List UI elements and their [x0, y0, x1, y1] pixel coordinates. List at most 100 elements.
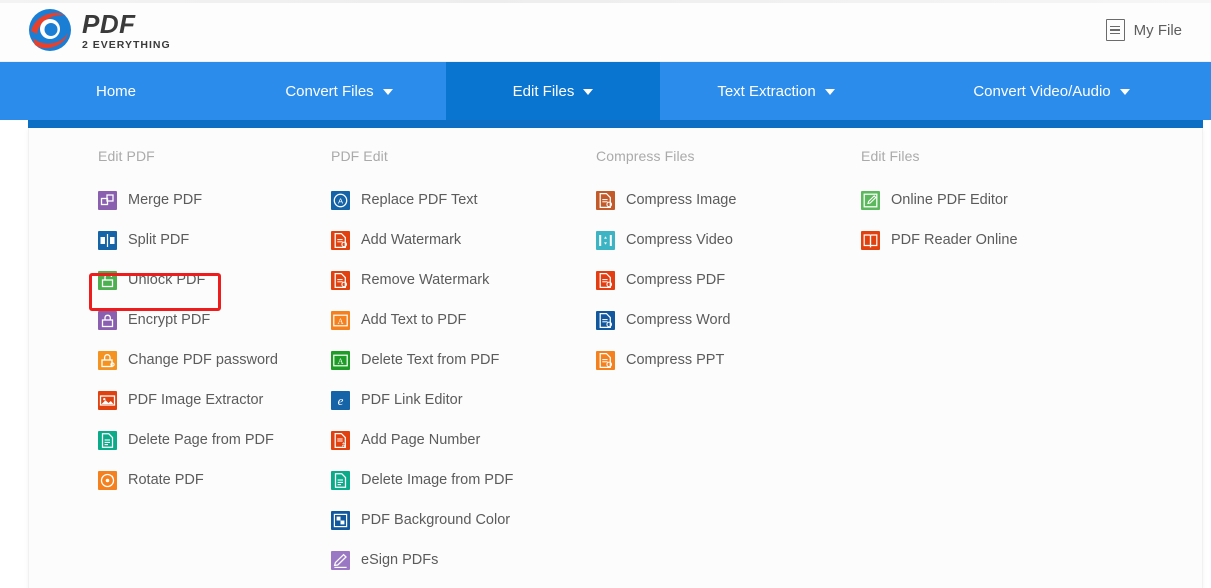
menu-item-add-text-to-pdf[interactable]: A Add Text to PDF: [331, 300, 559, 340]
column-title: Compress Files: [596, 148, 695, 164]
logo-title: PDF: [82, 9, 136, 40]
list-document-icon: [1105, 19, 1125, 41]
menu-item-label: Delete Image from PDF: [361, 472, 514, 488]
svg-text:A: A: [338, 316, 344, 325]
menu-item-add-watermark[interactable]: Add Watermark: [331, 220, 559, 260]
menu-item-label: eSign PDFs: [361, 552, 439, 568]
menu-item-label: Add Text to PDF: [361, 312, 467, 328]
logo-tagline: 2 EVERYTHING: [82, 39, 171, 52]
menu-item-change-pdf-password[interactable]: Change PDF password: [98, 340, 294, 380]
menu-item-compress-pdf[interactable]: Compress PDF: [596, 260, 824, 300]
lock-icon: [98, 310, 117, 330]
menu-item-compress-word[interactable]: Compress Word: [596, 300, 824, 340]
nav-item-convert-video-audio[interactable]: Convert Video/Audio: [892, 62, 1211, 120]
site-logo[interactable]: PDF 2 EVERYTHING: [27, 7, 171, 53]
page-number-icon: #: [331, 430, 350, 450]
menu-item-pdf-background-color[interactable]: PDF Background Color: [331, 500, 559, 540]
main-navigation: Home Convert Files Edit Files Text Extra…: [0, 62, 1211, 120]
dropdown-column-4: Edit Files Online PDF Editor PDF Reader On…: [824, 148, 1089, 580]
text-add-icon: A: [331, 310, 350, 330]
nav-item-edit-files[interactable]: Edit Files: [446, 62, 660, 120]
compress-video-icon: [596, 230, 615, 250]
menu-item-label: Compress Video: [626, 232, 733, 248]
menu-item-esign-pdfs[interactable]: eSign PDFs: [331, 540, 559, 580]
nav-label-convert-video-audio: Convert Video/Audio: [973, 82, 1111, 100]
menu-item-label: PDF Reader Online: [891, 232, 1018, 248]
compress-image-icon: [596, 190, 615, 210]
menu-item-compress-video[interactable]: Compress Video: [596, 220, 824, 260]
compress-word-icon: [596, 310, 615, 330]
compress-pdf-icon: [596, 270, 615, 290]
menu-item-label: Change PDF password: [128, 352, 278, 368]
my-file-label: My File: [1133, 21, 1182, 39]
menu-item-label: Delete Text from PDF: [361, 352, 500, 368]
link-editor-icon: e: [331, 390, 350, 410]
panel-right-gutter: [1203, 128, 1211, 588]
chevron-down-icon: [583, 89, 594, 95]
replace-text-icon: A: [331, 190, 350, 210]
menu-item-label: Add Watermark: [361, 232, 462, 248]
menu-item-label: Add Page Number: [361, 432, 481, 448]
panel-left-gutter: [0, 128, 28, 588]
page-delete-icon: [98, 430, 117, 450]
rotate-icon: [98, 470, 117, 490]
nav-item-text-extraction[interactable]: Text Extraction: [660, 62, 892, 120]
menu-item-replace-pdf-text[interactable]: A Replace PDF Text: [331, 180, 559, 220]
svg-text:A: A: [338, 356, 344, 365]
watermark-add-icon: [331, 230, 350, 250]
menu-item-delete-text-from-pdf[interactable]: A Delete Text from PDF: [331, 340, 559, 380]
signature-icon: [331, 550, 350, 570]
text-delete-icon: A: [331, 350, 350, 370]
menu-item-label: Delete Page from PDF: [128, 432, 274, 448]
my-file-button[interactable]: My File: [1105, 19, 1182, 41]
menu-item-remove-watermark[interactable]: Remove Watermark: [331, 260, 559, 300]
menu-item-delete-image-from-pdf[interactable]: Delete Image from PDF: [331, 460, 559, 500]
menu-item-delete-page-from-pdf[interactable]: Delete Page from PDF: [98, 420, 294, 460]
column-title: Edit Files: [861, 148, 920, 164]
menu-item-label: Compress Word: [626, 312, 731, 328]
menu-item-label: Unlock PDF: [128, 272, 206, 288]
menu-item-split-pdf[interactable]: Split PDF: [98, 220, 294, 260]
menu-item-online-pdf-editor[interactable]: Online PDF Editor: [861, 180, 1089, 220]
column-title: PDF Edit: [331, 148, 388, 164]
dropdown-column-3: Compress Files Compress Image Compress Vid…: [559, 148, 824, 580]
key-lock-icon: [98, 350, 117, 370]
menu-item-label: PDF Background Color: [361, 512, 511, 528]
menu-item-label: PDF Image Extractor: [128, 392, 264, 408]
menu-item-label: Compress Image: [626, 192, 737, 208]
menu-item-compress-ppt[interactable]: Compress PPT: [596, 340, 824, 380]
menu-item-label: Remove Watermark: [361, 272, 490, 288]
menu-item-label: Encrypt PDF: [128, 312, 211, 328]
image-delete-icon: [331, 470, 350, 490]
compress-ppt-icon: [596, 350, 615, 370]
menu-item-compress-image[interactable]: Compress Image: [596, 180, 824, 220]
menu-item-merge-pdf[interactable]: Merge PDF: [98, 180, 294, 220]
menu-item-pdf-image-extractor[interactable]: PDF Image Extractor: [98, 380, 294, 420]
nav-label-text-extraction: Text Extraction: [717, 82, 816, 100]
menu-item-pdf-reader-online[interactable]: PDF Reader Online: [861, 220, 1089, 260]
logo-swirl-icon: [27, 7, 73, 53]
unlock-icon: [98, 270, 117, 290]
nav-item-convert-files[interactable]: Convert Files: [232, 62, 446, 120]
svg-text:e: e: [338, 393, 344, 408]
menu-item-encrypt-pdf[interactable]: Encrypt PDF: [98, 300, 294, 340]
menu-item-pdf-link-editor[interactable]: e PDF Link Editor: [331, 380, 559, 420]
page-root: PDF 2 EVERYTHING My File Home Convert Fi…: [0, 0, 1211, 588]
menu-item-label: Compress PDF: [626, 272, 726, 288]
online-editor-icon: [861, 190, 880, 210]
dropdown-column-1: Edit PDF Merge PDF Split PDF Unlock PDF Encr…: [29, 148, 294, 580]
chevron-down-icon: [382, 89, 393, 95]
image-extract-icon: [98, 390, 117, 410]
top-accent-bar: [0, 0, 1211, 3]
edit-files-dropdown-panel: Edit PDF Merge PDF Split PDF Unlock PDF Encr…: [28, 128, 1203, 588]
menu-item-rotate-pdf[interactable]: Rotate PDF: [98, 460, 294, 500]
menu-item-label: Rotate PDF: [128, 472, 204, 488]
merge-icon: [98, 190, 117, 210]
logo-wordmark: PDF 2 EVERYTHING: [82, 9, 171, 51]
split-icon: [98, 230, 117, 250]
menu-item-add-page-number[interactable]: # Add Page Number: [331, 420, 559, 460]
chevron-down-icon: [1119, 89, 1130, 95]
nav-item-home[interactable]: Home: [0, 62, 232, 120]
menu-item-unlock-pdf[interactable]: Unlock PDF: [98, 260, 294, 300]
dropdown-column-2: PDF Edit A Replace PDF Text Add Watermark Re…: [294, 148, 559, 580]
